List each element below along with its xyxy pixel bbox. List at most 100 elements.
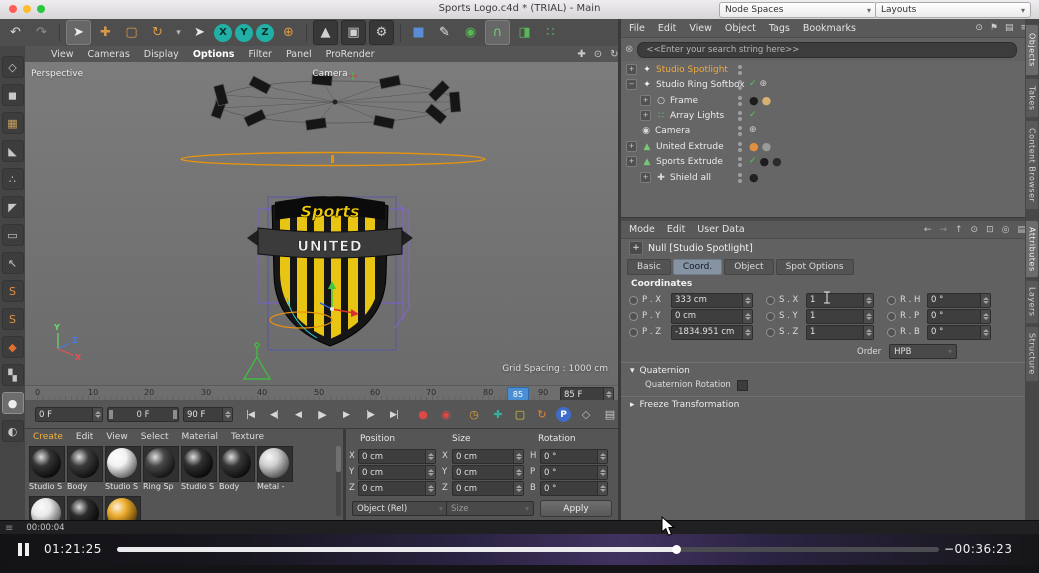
render-view-button[interactable]: ▲ (313, 20, 338, 45)
texture-mode-icon[interactable]: ▦ (2, 112, 24, 134)
record-keyframe-button[interactable]: ● (413, 405, 433, 423)
material-thumbnail[interactable] (67, 446, 103, 482)
polygons-mode-icon[interactable]: ▭ (2, 224, 24, 246)
add-cube-menu[interactable]: ■ (407, 21, 430, 44)
record-scale-toggle[interactable]: ▢ (510, 405, 530, 423)
material-thumbnail[interactable] (143, 446, 179, 482)
position-y-field[interactable]: 0 cm (358, 465, 436, 480)
tab-basic[interactable]: Basic (627, 259, 671, 275)
edges-mode-icon[interactable]: ◤ (2, 196, 24, 218)
material-menu-select[interactable]: Select (141, 432, 169, 442)
keyframe-dot[interactable] (887, 312, 896, 321)
rotation-p-field[interactable]: 0 ° (540, 465, 608, 480)
expand-icon[interactable]: + (640, 172, 651, 183)
material-thumbnail[interactable] (29, 446, 65, 482)
uv-edit-icon[interactable]: ◐ (2, 420, 24, 442)
viewport-menu-options[interactable]: Options (193, 49, 235, 60)
close-window-button[interactable] (9, 5, 17, 13)
object-row[interactable]: + ▲ Sports Extrude ✓ ● ● (621, 154, 1031, 169)
pz-field[interactable]: -1834.951 cm (671, 325, 753, 340)
material-label[interactable]: Studio S (181, 482, 217, 491)
next-key-button[interactable]: |▶ (359, 406, 381, 423)
dopesheet-button[interactable]: ▤ (600, 405, 620, 423)
compositing-tag-icon[interactable]: ✓ (749, 77, 757, 92)
size-z-field[interactable]: 0 cm (452, 481, 524, 496)
view-pan-icon[interactable]: ✚ (577, 49, 585, 60)
render-settings-button[interactable]: ⚙ (369, 20, 394, 45)
material-thumbnail[interactable] (219, 446, 255, 482)
visibility-dots[interactable] (738, 126, 742, 136)
expand-icon[interactable]: + (640, 110, 651, 121)
object-row[interactable]: ◉ Camera ⊕ (621, 123, 1031, 138)
object-name[interactable]: Array Lights (670, 111, 724, 121)
add-subdivision-menu[interactable]: ◉ (459, 21, 482, 44)
stepper-icon[interactable] (222, 408, 232, 421)
play-button[interactable]: ▶ (311, 406, 333, 423)
object-name[interactable]: Camera (655, 126, 690, 136)
object-name[interactable]: United Extrude (656, 142, 724, 152)
viewport-menu-view[interactable]: View (51, 49, 74, 60)
studio-ring-softbox[interactable] (211, 72, 461, 130)
viewport-menu-panel[interactable]: Panel (286, 49, 312, 60)
visibility-dots[interactable] (738, 65, 742, 75)
expand-icon[interactable]: + (626, 141, 637, 152)
om-flag-icon[interactable]: ⚑ (990, 23, 998, 33)
pause-button[interactable] (18, 543, 29, 556)
record-rotation-toggle[interactable]: ↻ (532, 405, 552, 423)
quantize-snap-icon[interactable]: S (2, 308, 24, 330)
material-menu-edit[interactable]: Edit (76, 432, 93, 442)
workplane-mode-icon[interactable]: ◣ (2, 140, 24, 162)
spotlight-cone[interactable] (244, 343, 270, 379)
goto-end-button[interactable]: ▶| (383, 406, 405, 423)
tab-object[interactable]: Object (724, 259, 773, 275)
object-name[interactable]: Studio Ring Softbox (656, 80, 745, 90)
recorder-menu-icon[interactable]: ≡ (5, 523, 13, 534)
y-axis-lock[interactable]: Y (235, 24, 253, 42)
om-filter-icon[interactable]: ▤ (1005, 23, 1014, 33)
compositing-tag-icon[interactable]: ✓ (749, 108, 757, 123)
sy-field[interactable]: 1 (806, 309, 874, 324)
render-picture-viewer-button[interactable]: ▣ (341, 20, 366, 45)
am-search-icon[interactable]: ⊙ (971, 225, 979, 235)
visibility-dots[interactable] (738, 173, 742, 183)
tab-content-browser[interactable]: Content Browser (1026, 120, 1039, 210)
object-row[interactable]: + ∷ Array Lights ✓ (621, 108, 1031, 123)
tab-coord[interactable]: Coord. (673, 259, 722, 275)
size-mode-dropdown[interactable]: Size▾ (446, 501, 534, 516)
viewport-menu-display[interactable]: Display (144, 49, 179, 60)
coordinate-system-toggle[interactable]: ⊕ (277, 21, 300, 44)
rotation-b-field[interactable]: 0 ° (540, 481, 608, 496)
material-thumbnail[interactable] (67, 496, 103, 521)
keyframe-dot[interactable] (887, 328, 896, 337)
om-menu-bookmarks[interactable]: Bookmarks (803, 23, 856, 34)
shield-logo[interactable]: Sports UNITED (247, 197, 413, 346)
section-collapsed-icon[interactable]: ▸ (630, 400, 635, 410)
tweak-mode-icon[interactable]: ↖ (2, 252, 24, 274)
object-name[interactable]: Studio Spotlight (656, 65, 728, 75)
material-menu-material[interactable]: Material (181, 432, 218, 442)
object-row[interactable]: − ✦ Studio Ring Softbox ✓ ⊕ (621, 77, 1031, 92)
points-mode-icon[interactable]: ∴ (2, 168, 24, 190)
viewport-menu-cameras[interactable]: Cameras (88, 49, 130, 60)
record-pla-toggle[interactable]: ◇ (576, 405, 596, 423)
move-tool[interactable]: ✚ (94, 21, 117, 44)
add-spline-menu[interactable]: ✎ (433, 21, 456, 44)
minimize-window-button[interactable] (23, 5, 31, 13)
om-menu-tags[interactable]: Tags (769, 23, 790, 34)
range-handle-right[interactable] (173, 410, 177, 419)
material-preview-icon[interactable]: ● (2, 392, 24, 414)
am-back-icon[interactable]: ← (924, 225, 932, 235)
x-axis-lock[interactable]: X (214, 24, 232, 42)
am-forward-icon[interactable]: → (939, 225, 947, 235)
om-search-icon[interactable]: ⊙ (975, 23, 983, 33)
live-selection-tool[interactable]: ➤ (66, 20, 91, 45)
am-lock-icon[interactable]: ⊡ (986, 225, 994, 235)
section-expanded-icon[interactable]: ▾ (630, 366, 635, 376)
visibility-dots[interactable] (738, 111, 742, 121)
order-dropdown[interactable]: HPB▾ (889, 344, 957, 359)
viewport-menu-prorender[interactable]: ProRender (326, 49, 375, 60)
material-menu-texture[interactable]: Texture (231, 432, 264, 442)
am-menu-mode[interactable]: Mode (629, 224, 655, 235)
om-menu-edit[interactable]: Edit (658, 23, 676, 34)
material-label[interactable]: Metal - (257, 482, 293, 491)
